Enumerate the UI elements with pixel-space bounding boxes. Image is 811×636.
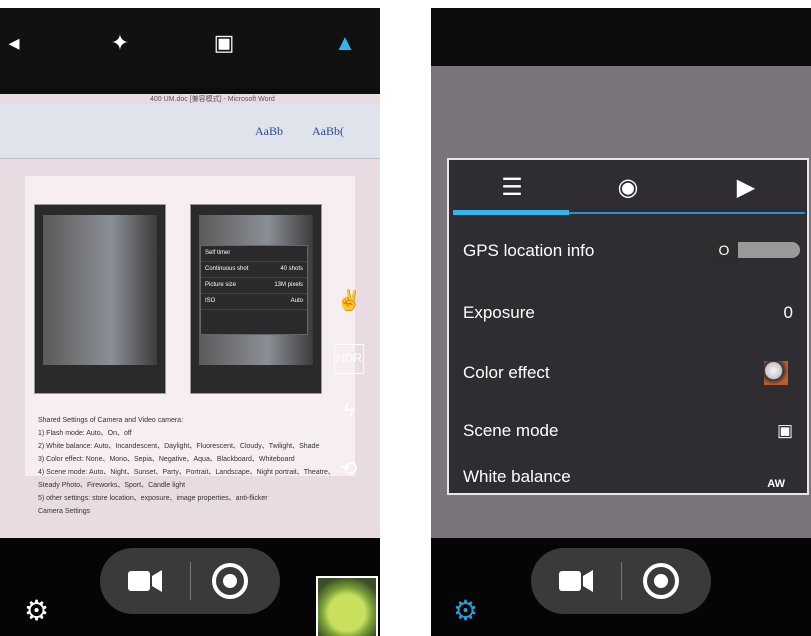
menu-row: Continuous shot 40 shots [201,262,307,278]
divider [190,562,191,600]
general-settings-tab[interactable]: ☰ [453,160,571,215]
switch-camera-icon[interactable]: ⟲ [334,456,364,486]
doc-line: 1) Flash mode: Auto、On、off [38,430,132,437]
mini-settings-menu: Self timer Continuous shot 40 shots Pictu… [200,245,308,335]
camera-viewfinder: 400 UM.doc [兼容模式] - Microsoft Word AaBb … [0,94,380,564]
exposure-row[interactable]: Exposure 0 [463,298,793,328]
scene-mode-row[interactable]: Scene mode ▣ [463,416,793,446]
white-balance-label: White balance [463,467,571,486]
white-balance-value: AW [767,478,785,490]
settings-tabs: ☰ ◉ ▶ [449,160,807,215]
doc-line: Camera Settings [38,508,91,515]
camera-bottom-bar: ⚙ [0,538,380,636]
word-ribbon: AaBb AaBb( [0,104,380,159]
exposure-value: 0 [783,303,793,322]
gps-location-row[interactable]: GPS location info O [463,236,800,266]
flash-icon[interactable]: ◂ [0,30,28,58]
screenshot-thumbnail [34,204,166,394]
right-camera-screen: ☰ ◉ ▶ GPS location info O Exposure 0 Col… [431,8,811,636]
camera-top-bar: ◂ ✦ ▣ ▲ [0,8,380,88]
menu-row: Self timer [201,246,307,262]
toggle-knob: O [710,236,738,264]
shutter-icon[interactable] [212,563,248,599]
auto-flash-icon[interactable]: ϟ [334,400,364,430]
gps-toggle[interactable]: O [710,236,800,264]
capture-controls [100,548,280,614]
document-title: 400 UM.doc [兼容模式] - Microsoft Word [150,96,275,103]
doc-line: 4) Scene mode: Auto、Night、Sunset、Party、P… [38,469,335,476]
capture-controls-right [531,548,711,614]
filter-icon[interactable]: ▣ [210,30,238,58]
white-balance-row[interactable]: White balance AW [463,462,793,492]
doc-line: Steady Photo、Fireworks、Sport、Candle ligh… [38,482,186,489]
gallery-thumbnail[interactable] [316,576,378,636]
gps-label: GPS location info [463,241,595,260]
beauty-icon[interactable]: ✦ [106,30,134,58]
video-camera-icon[interactable] [128,570,162,592]
style-heading-2: AaBb( [312,124,344,138]
settings-gear-icon[interactable]: ⚙ [24,594,49,627]
left-camera-screen: ◂ ✦ ▣ ▲ 400 UM.doc [兼容模式] - Microsoft Wo… [0,8,380,636]
color-effect-label: Color effect [463,363,550,382]
doc-line: Shared Settings of Camera and Video came… [38,417,184,424]
camera-bottom-bar-right: ⚙ [431,538,811,636]
scene-mode-label: Scene mode [463,421,559,440]
menu-row: ISO Auto [201,294,307,310]
shutter-icon[interactable] [643,563,679,599]
color-effect-row[interactable]: Color effect [463,358,793,388]
color-effect-icon [764,361,788,385]
doc-line: 3) Color effect: None、Mono、Sepia、Negativ… [38,456,295,463]
video-camera-icon[interactable] [559,570,593,592]
style-heading: AaBb [255,124,283,138]
exposure-label: Exposure [463,303,535,322]
hdr-icon[interactable]: HDR [334,344,364,374]
camera-settings-tab[interactable]: ◉ [569,160,687,215]
camera-settings-panel: ☰ ◉ ▶ GPS location info O Exposure 0 Col… [447,158,809,495]
gesture-icon[interactable]: ✌ [334,288,364,318]
menu-row: Picture size 13M pixels [201,278,307,294]
doc-line: 5) other settings: store location、exposu… [38,495,268,502]
active-tab-indicator [453,210,569,215]
doc-line: 2) White balance: Auto、Incandescent、Dayl… [38,443,320,450]
settings-gear-icon[interactable]: ⚙ [453,594,478,627]
divider [621,562,622,600]
scene-mode-icon: ▣ [776,421,793,440]
gallery-icon[interactable]: ▲ [331,30,359,58]
document-text: Shared Settings of Camera and Video came… [38,414,378,518]
video-settings-tab[interactable]: ▶ [687,160,805,215]
